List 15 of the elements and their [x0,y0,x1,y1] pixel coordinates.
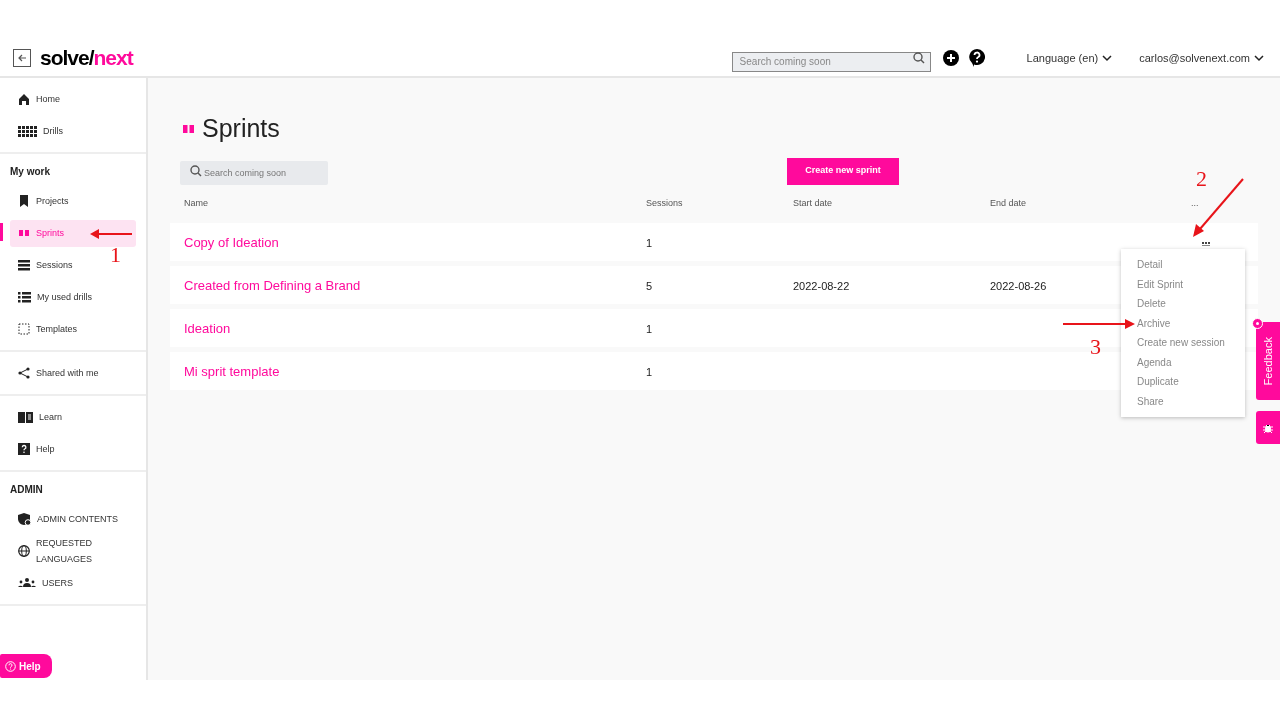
table-cell: 1 [646,322,653,335]
section-heading: My work [9,165,51,179]
page-title: Sprints [202,113,280,144]
column-header: End date [990,197,1027,208]
column-header: Name [184,197,208,208]
annotation-number: 2 [1196,167,1207,191]
column-header: ... [1191,197,1199,208]
table-cell: 5 [646,279,653,292]
table-cell: 1 [646,365,653,378]
section-heading: ADMIN [9,483,44,497]
table-cell: 2022-08-22 [793,279,850,292]
column-header: Sessions [646,197,683,208]
column-header: Start date [793,197,833,208]
table-cell: 2022-08-26 [990,279,1047,292]
table-cell: 1 [646,236,653,249]
